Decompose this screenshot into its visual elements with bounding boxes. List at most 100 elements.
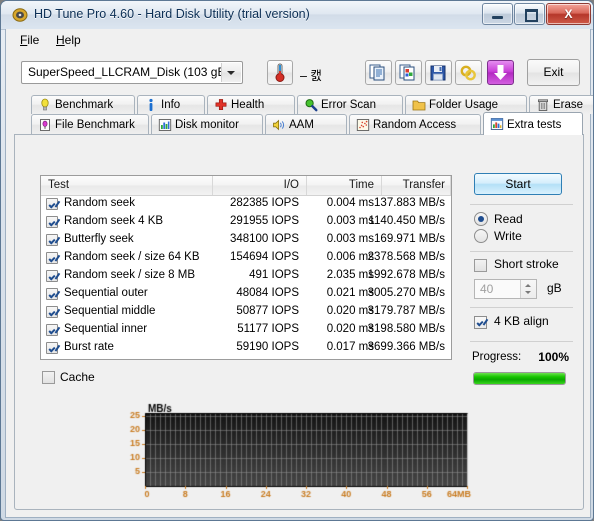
tab-aam[interactable]: AAM bbox=[265, 114, 347, 135]
window-buttons: X bbox=[482, 3, 591, 25]
info-icon bbox=[144, 98, 158, 112]
tab-disk-monitor[interactable]: Disk monitor bbox=[151, 114, 263, 135]
control-column: Start Read Write Short stroke 40 gB 4 KB… bbox=[470, 173, 575, 398]
radio-read-label: Read bbox=[494, 212, 523, 226]
radio-write[interactable] bbox=[474, 229, 488, 243]
exit-button[interactable]: Exit bbox=[527, 59, 580, 86]
drive-select[interactable]: SuperSpeed_LLCRAM_Disk (103 gB) bbox=[21, 61, 243, 84]
tab-extra-tests-label: Extra tests bbox=[507, 119, 562, 131]
speaker-icon bbox=[272, 118, 286, 132]
cache-checkbox-box[interactable] bbox=[42, 371, 55, 384]
row-transfer-value: 169.971 MB/s bbox=[374, 233, 445, 245]
hd-tune-window: HD Tune Pro 4.60 - Hard Disk Utility (tr… bbox=[0, 0, 594, 521]
chevron-down-icon[interactable] bbox=[221, 63, 241, 82]
row-transfer-value: 3179.787 MB/s bbox=[367, 305, 445, 317]
download-icon[interactable] bbox=[487, 60, 514, 85]
row-transfer-value: 1140.450 MB/s bbox=[368, 215, 445, 227]
tab-folder-usage-label: Folder Usage bbox=[429, 99, 499, 111]
radio-write-label: Write bbox=[494, 229, 522, 243]
row-transfer-value: 3198.580 MB/s bbox=[367, 323, 445, 335]
minimize-button[interactable] bbox=[482, 3, 513, 25]
table-row[interactable]: Random seek / size 64 KB 154694 IOPS 0.006… bbox=[41, 249, 451, 267]
menu-item-help[interactable]: Help bbox=[50, 32, 87, 48]
row-transfer-value: 1992.678 MB/s bbox=[367, 269, 445, 281]
table-row[interactable]: Random seek / size 8 MB 491 IOPS 2.035 ms 1… bbox=[41, 267, 451, 285]
temperature-reading: – 캜 bbox=[300, 69, 322, 83]
extra-tests-panel: Test I/O Time Transfer Random seek 282385… bbox=[14, 134, 584, 510]
table-row[interactable]: Random seek 4 KB 291955 IOPS 0.003 ms 1140.… bbox=[41, 213, 451, 231]
row-transfer-value: 3005.270 MB/s bbox=[367, 287, 445, 299]
row-transfer-value: 137.883 MB/s bbox=[374, 197, 445, 209]
progress-value: 100% bbox=[538, 350, 569, 364]
tab-random-access[interactable]: Random Access bbox=[349, 114, 481, 135]
tab-error-scan-label: Error Scan bbox=[321, 99, 376, 111]
radio-read[interactable] bbox=[474, 212, 488, 226]
tab-extra-tests[interactable]: Extra tests bbox=[483, 112, 583, 135]
copy-icon[interactable] bbox=[365, 60, 392, 85]
short-stroke-label: Short stroke bbox=[494, 257, 559, 271]
progress-bar-fill bbox=[474, 373, 565, 384]
client-area: File Help SuperSpeed_LLCRAM_Disk (103 gB… bbox=[5, 29, 593, 518]
table-row[interactable]: Butterfly seek 348100 IOPS 0.003 ms 169.971… bbox=[41, 231, 451, 249]
table-row[interactable]: Random seek 282385 IOPS 0.004 ms 137.883 MB… bbox=[41, 195, 451, 213]
health-cross-icon bbox=[214, 98, 228, 112]
menu-help-rest: elp bbox=[64, 33, 81, 47]
save-icon[interactable] bbox=[425, 60, 452, 85]
column-header-transfer[interactable]: Transfer bbox=[41, 178, 445, 193]
magnifier-icon bbox=[304, 98, 318, 112]
copy-image-icon[interactable] bbox=[395, 60, 422, 85]
chart-canvas bbox=[115, 403, 475, 508]
tab-benchmark-label: Benchmark bbox=[55, 99, 114, 111]
tab-aam-label: AAM bbox=[289, 119, 314, 131]
tab-disk-monitor-label: Disk monitor bbox=[175, 119, 239, 131]
short-stroke-unit: gB bbox=[547, 281, 562, 295]
menu-file-rest: ile bbox=[27, 33, 40, 47]
menu-item-file[interactable]: File bbox=[14, 32, 45, 48]
tab-bar: Benchmark Info Health Error Scan Folder … bbox=[6, 95, 593, 135]
toolbar: SuperSpeed_LLCRAM_Disk (103 gB) – 캜 Exit bbox=[6, 51, 590, 95]
stepper-arrows-icon[interactable] bbox=[520, 280, 536, 298]
table-row[interactable]: Sequential outer 48084 IOPS 0.021 ms 3005.2… bbox=[41, 285, 451, 303]
tab-error-scan[interactable]: Error Scan bbox=[297, 95, 403, 114]
short-stroke-value: 40 bbox=[480, 282, 494, 296]
extra-tests-icon bbox=[490, 117, 504, 131]
row-transfer-value: 3699.366 MB/s bbox=[367, 341, 445, 353]
scatter-icon bbox=[356, 118, 370, 132]
menu-help-mnemonic: H bbox=[56, 33, 65, 47]
folder-icon bbox=[412, 98, 426, 112]
table-body: Random seek 282385 IOPS 0.004 ms 137.883 MB… bbox=[41, 195, 451, 357]
start-button[interactable]: Start bbox=[474, 173, 562, 195]
table-row[interactable]: Sequential inner 51177 IOPS 0.020 ms 3198.5… bbox=[41, 321, 451, 339]
hdtune-disk-icon bbox=[12, 7, 28, 23]
lightbulb-icon bbox=[38, 98, 52, 112]
tab-erase-label: Erase bbox=[553, 99, 584, 111]
transfer-rate-chart bbox=[115, 403, 475, 508]
tab-health[interactable]: Health bbox=[207, 95, 295, 114]
close-icon: X bbox=[564, 7, 573, 21]
row-transfer-value: 2378.568 MB/s bbox=[367, 251, 445, 263]
close-button[interactable]: X bbox=[546, 3, 591, 25]
tab-info[interactable]: Info bbox=[137, 95, 205, 114]
tab-random-access-label: Random Access bbox=[373, 119, 457, 131]
tab-info-label: Info bbox=[161, 99, 181, 111]
maximize-button[interactable] bbox=[514, 3, 545, 25]
table-row[interactable]: Sequential middle 50877 IOPS 0.020 ms 3179.… bbox=[41, 303, 451, 321]
tab-file-benchmark-label: File Benchmark bbox=[55, 119, 135, 131]
table-row[interactable]: Burst rate 59190 IOPS 0.017 ms 3699.366 MB/… bbox=[41, 339, 451, 357]
tab-file-benchmark[interactable]: File Benchmark bbox=[31, 114, 149, 135]
tab-benchmark[interactable]: Benchmark bbox=[31, 95, 135, 114]
trash-icon bbox=[536, 98, 550, 112]
short-stroke-stepper[interactable]: 40 bbox=[474, 279, 537, 299]
short-stroke-checkbox[interactable] bbox=[474, 259, 487, 272]
progress-label: Progress: bbox=[472, 351, 522, 363]
settings-icon[interactable] bbox=[455, 60, 482, 85]
title-bar: HD Tune Pro 4.60 - Hard Disk Utility (tr… bbox=[1, 1, 593, 30]
menu-bar: File Help bbox=[6, 29, 590, 51]
drive-select-value: SuperSpeed_LLCRAM_Disk (103 gB) bbox=[28, 65, 230, 79]
bar-chart-icon bbox=[158, 118, 172, 132]
tests-table: Test I/O Time Transfer Random seek 282385… bbox=[40, 175, 452, 360]
temperature-button[interactable] bbox=[267, 60, 293, 85]
table-header: Test I/O Time Transfer bbox=[41, 176, 451, 196]
align-checkbox[interactable] bbox=[474, 316, 487, 329]
progress-bar bbox=[473, 372, 566, 385]
